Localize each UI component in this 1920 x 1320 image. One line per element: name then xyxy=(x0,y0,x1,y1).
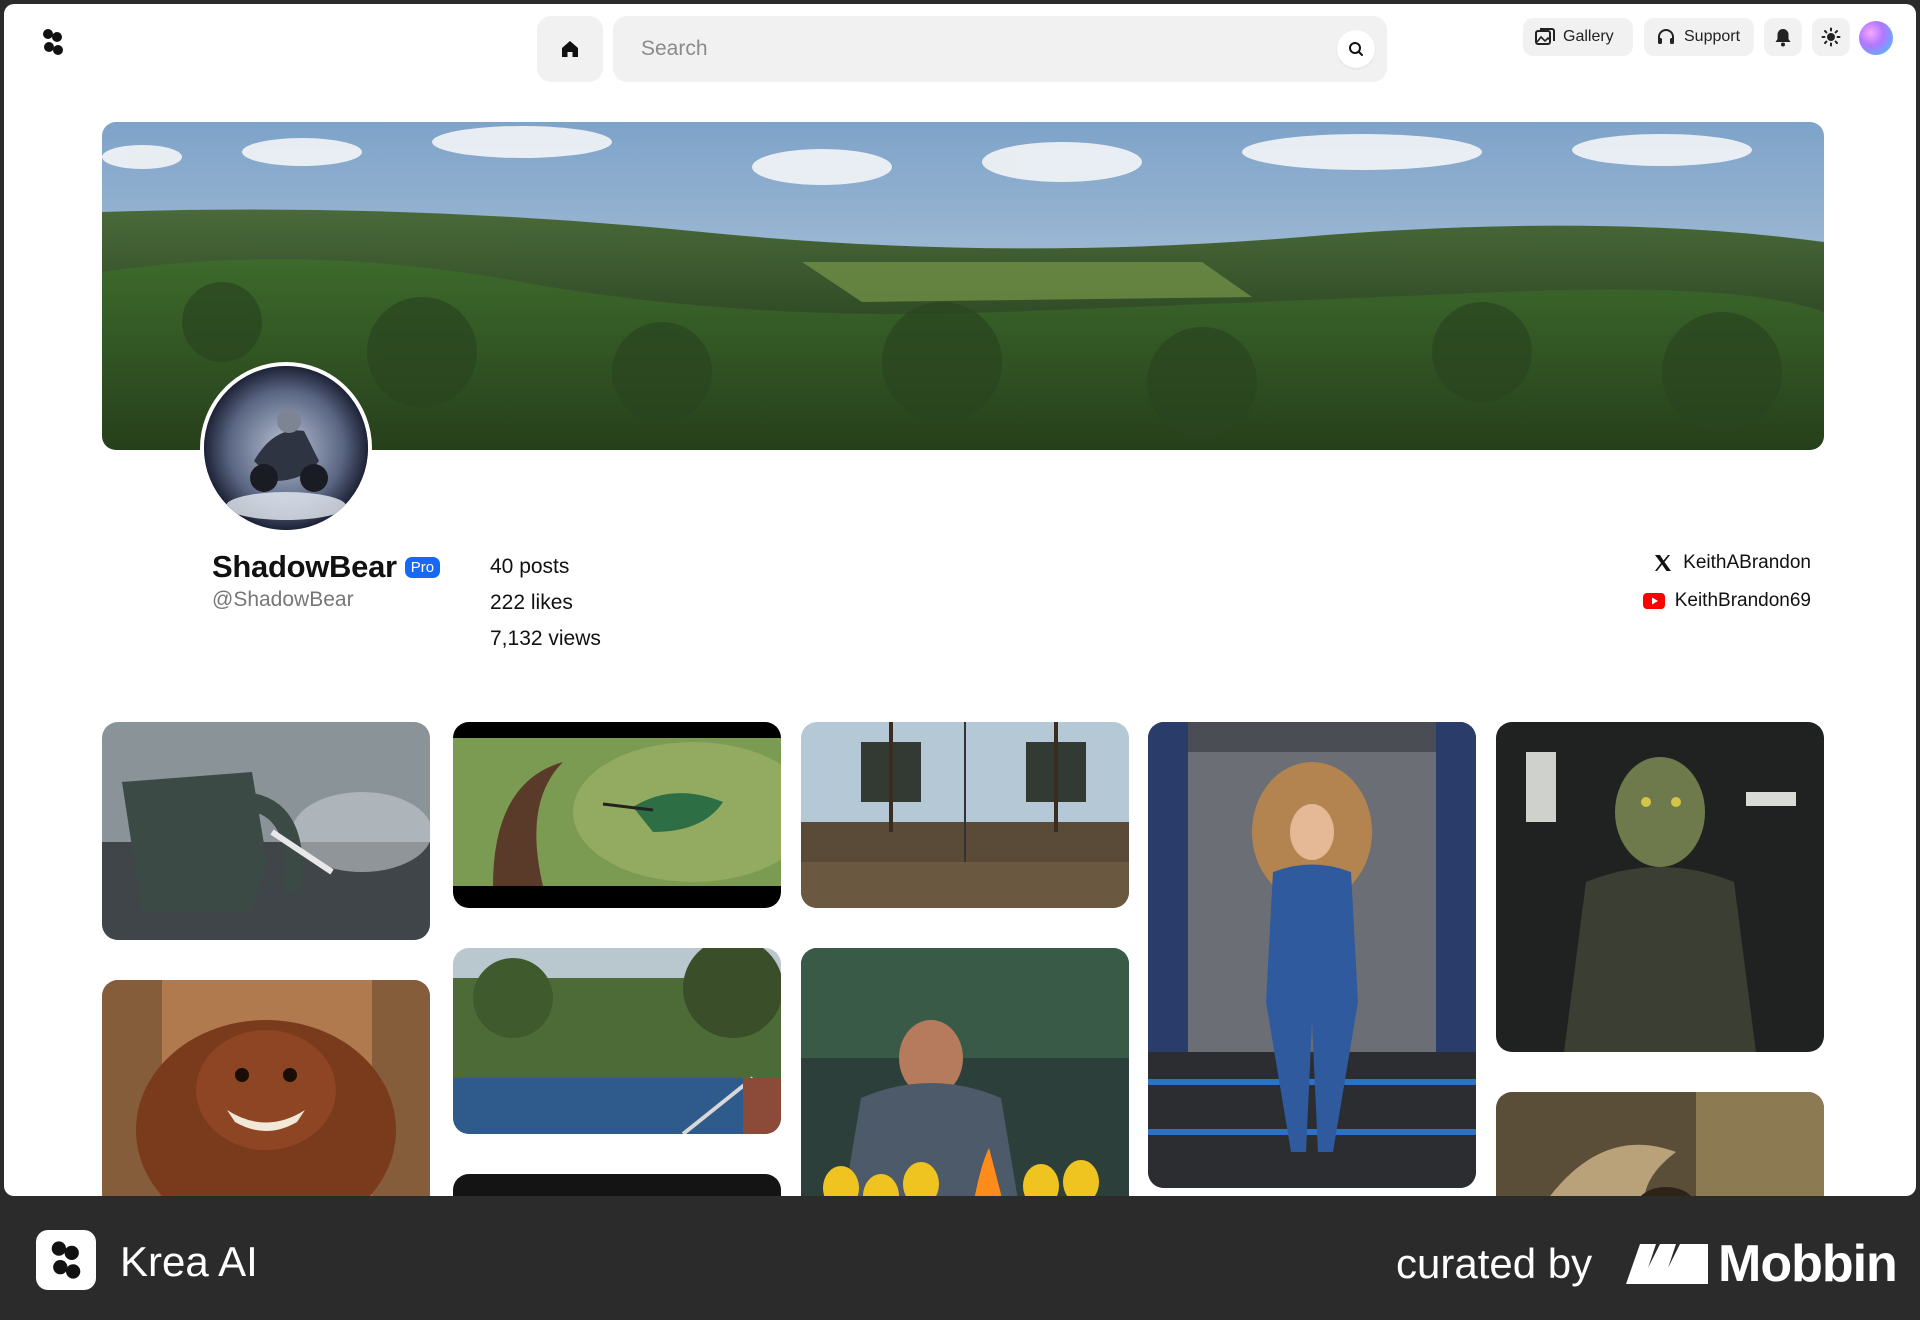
curated-by-label: curated by xyxy=(1396,1240,1593,1287)
gallery-label: Gallery xyxy=(1563,28,1614,45)
mobbin-logo-icon xyxy=(1626,1244,1708,1284)
posts-count: 40 posts xyxy=(490,555,570,578)
profile-avatar xyxy=(200,362,372,534)
gallery-item-winged-creature[interactable] xyxy=(1496,1092,1824,1196)
gallery-item-woman-in-corridor[interactable] xyxy=(1148,722,1476,1188)
gallery-item-hummingbird[interactable] xyxy=(453,722,781,908)
profile-banner-image xyxy=(102,122,1824,450)
gallery-item-reptilian-soldier[interactable] xyxy=(1496,722,1824,1052)
search-button[interactable] xyxy=(1337,30,1375,68)
search-bar[interactable] xyxy=(613,16,1387,82)
bell-icon xyxy=(1775,29,1791,47)
pro-badge: Pro xyxy=(404,556,441,578)
sun-icon xyxy=(1821,27,1841,47)
youtube-profile-link[interactable]: KeithBrandon69 xyxy=(1642,590,1811,612)
home-icon xyxy=(562,41,578,57)
mobbin-brand: Mobbin xyxy=(1626,1234,1898,1294)
support-label: Support xyxy=(1684,28,1741,45)
footer-app-name: Krea AI xyxy=(120,1238,258,1285)
app-window: Gallery Support xyxy=(4,4,1916,1196)
youtube-logo-icon xyxy=(1642,593,1665,609)
youtube-handle: KeithBrandon69 xyxy=(1674,590,1811,611)
headset-icon xyxy=(1658,29,1674,44)
notifications-button[interactable] xyxy=(1764,18,1802,56)
likes-count: 222 likes xyxy=(490,591,573,614)
gallery-item-pirate-ship-deck[interactable] xyxy=(801,722,1129,908)
gallery-button[interactable]: Gallery xyxy=(1523,18,1633,56)
gallery-item-furry-monster[interactable] xyxy=(102,980,430,1196)
user-avatar[interactable] xyxy=(1859,21,1893,55)
x-logo-icon xyxy=(1655,555,1672,571)
gallery-item-dark[interactable] xyxy=(453,1174,781,1196)
theme-toggle-button[interactable] xyxy=(1812,18,1850,56)
support-button[interactable]: Support xyxy=(1644,18,1754,56)
gallery-item-robotic-elephant[interactable] xyxy=(102,722,430,940)
search-input[interactable] xyxy=(641,37,1301,61)
profile-name: ShadowBear Pro xyxy=(212,549,441,585)
gallery-icon xyxy=(1535,28,1555,45)
krea-logo-icon[interactable] xyxy=(42,28,64,56)
views-count: 7,132 views xyxy=(490,627,601,650)
mobbin-text: Mobbin xyxy=(1718,1235,1898,1293)
x-handle: KeithABrandon xyxy=(1683,552,1811,573)
profile-stats: 40 posts 222 likes 7,132 views xyxy=(490,549,601,657)
gallery-item-man-at-campfire[interactable] xyxy=(801,948,1129,1196)
footer-bar: Krea AI curated by Mobbin xyxy=(0,1200,1920,1320)
user-handle: @ShadowBear xyxy=(212,588,354,611)
gallery-item-backyard-pool[interactable] xyxy=(453,948,781,1134)
home-button[interactable] xyxy=(537,16,603,82)
krea-app-icon xyxy=(36,1230,96,1290)
search-icon xyxy=(1349,42,1363,56)
username: ShadowBear xyxy=(212,549,397,584)
x-profile-link[interactable]: KeithABrandon xyxy=(1653,552,1811,574)
